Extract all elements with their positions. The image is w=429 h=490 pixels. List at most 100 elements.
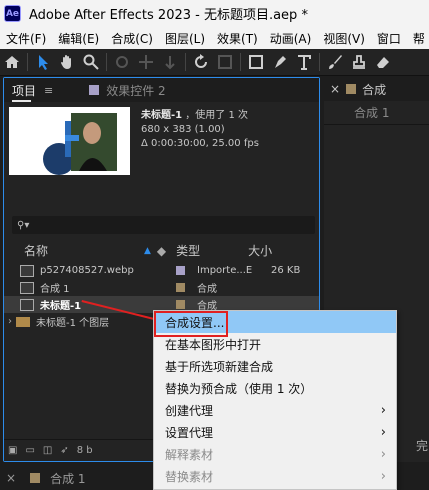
hand-tool-icon[interactable] bbox=[55, 51, 79, 73]
new-folder-icon[interactable]: ▭ bbox=[25, 445, 34, 456]
menu-item-label: 替换素材 bbox=[165, 469, 214, 484]
tab-project[interactable]: 项目 ≡ bbox=[4, 78, 61, 102]
rotate-tool-icon[interactable] bbox=[189, 51, 213, 73]
menu-item-label: 设置代理 bbox=[165, 425, 214, 440]
label-color-swatch[interactable] bbox=[176, 266, 185, 275]
submenu-arrow-icon: › bbox=[380, 446, 386, 462]
image-icon bbox=[20, 264, 34, 277]
submenu-arrow-icon: › bbox=[380, 424, 386, 440]
menu-effect[interactable]: 效果(T) bbox=[211, 30, 264, 47]
sort-ascending-icon[interactable]: ▲ bbox=[144, 246, 151, 256]
item-type: Importe...E bbox=[197, 265, 253, 276]
title-bar: Ae Adobe After Effects 2023 - 无标题项目.aep … bbox=[0, 0, 429, 27]
menu-help[interactable]: 帮 bbox=[407, 30, 429, 47]
menu-item-label: 解释素材 bbox=[165, 447, 214, 462]
item-type: 合成 bbox=[197, 284, 217, 295]
pen-tool-icon[interactable] bbox=[268, 51, 292, 73]
menu-animation[interactable]: 动画(A) bbox=[264, 30, 318, 47]
close-icon[interactable]: × bbox=[6, 471, 16, 485]
toolbar-divider bbox=[240, 53, 241, 71]
after-effects-logo-icon: Ae bbox=[4, 5, 21, 22]
annotation-highlight-box bbox=[154, 311, 228, 337]
menu-item-label: 替换为预合成（使用 1 次） bbox=[165, 381, 313, 396]
tools-bar bbox=[0, 49, 429, 76]
item-size: 26 KB bbox=[271, 265, 301, 276]
move-tool-icon[interactable] bbox=[134, 51, 158, 73]
dolly-tool-icon[interactable] bbox=[158, 51, 182, 73]
menu-item-interpret-footage[interactable]: 解释素材 › bbox=[154, 443, 396, 465]
expand-arrow-icon[interactable]: › bbox=[8, 316, 12, 327]
menu-composition[interactable]: 合成(C) bbox=[105, 30, 159, 47]
composition-icon bbox=[20, 298, 34, 311]
window-title: Adobe After Effects 2023 - 无标题项目.aep * bbox=[29, 8, 308, 23]
pan-behind-tool-icon[interactable] bbox=[213, 51, 237, 73]
panel-menu-icon[interactable]: ≡ bbox=[44, 84, 53, 97]
menu-layer[interactable]: 图层(L) bbox=[159, 30, 211, 47]
column-type-header[interactable]: 类型 bbox=[176, 242, 248, 259]
menu-view[interactable]: 视图(V) bbox=[317, 30, 371, 47]
label-color-swatch[interactable] bbox=[176, 300, 185, 309]
project-search-input[interactable]: ⚲▾ bbox=[12, 216, 315, 234]
selection-tool-icon[interactable] bbox=[31, 51, 55, 73]
render-icon[interactable]: ➶ bbox=[60, 445, 68, 456]
submenu-arrow-icon: › bbox=[380, 468, 386, 484]
composition-subtab[interactable]: 合成 1 bbox=[324, 101, 429, 125]
toolbar-divider bbox=[185, 53, 186, 71]
home-icon[interactable] bbox=[0, 51, 24, 73]
rectangle-tool-icon[interactable] bbox=[244, 51, 268, 73]
menu-item-new-comp-from-selection[interactable]: 基于所选项新建合成 bbox=[154, 355, 396, 377]
info-usage: ，使用了 1 次 bbox=[185, 110, 249, 121]
menu-window[interactable]: 窗口 bbox=[371, 30, 407, 47]
zoom-tool-icon[interactable] bbox=[79, 51, 103, 73]
menu-item-replace-footage[interactable]: 替换素材 › bbox=[154, 465, 396, 487]
composition-color-icon bbox=[346, 84, 357, 94]
toolbar-divider bbox=[106, 53, 107, 71]
composition-icon bbox=[20, 281, 34, 294]
composition-color-icon bbox=[30, 473, 41, 483]
menu-item-replace-with-precomp[interactable]: 替换为预合成（使用 1 次） bbox=[154, 377, 396, 399]
item-name: p527408527.webp bbox=[40, 265, 134, 276]
orbit-tool-icon[interactable] bbox=[110, 51, 134, 73]
interpret-footage-icon[interactable]: ▣ bbox=[8, 445, 17, 456]
menu-item-label: 在基本图形中打开 bbox=[165, 337, 262, 352]
column-size-header[interactable]: 大小 bbox=[248, 242, 272, 259]
menu-item-label: 创建代理 bbox=[165, 403, 214, 418]
table-row[interactable]: p527408527.webp Importe...E 26 KB bbox=[4, 262, 319, 279]
menu-edit[interactable]: 编辑(E) bbox=[52, 30, 105, 47]
eraser-tool-icon[interactable] bbox=[371, 51, 395, 73]
composition-panel-header: × 合成 bbox=[324, 77, 429, 101]
new-composition-icon[interactable]: ◫ bbox=[43, 445, 52, 456]
clone-stamp-tool-icon[interactable] bbox=[347, 51, 371, 73]
composition-footer-text: 完 bbox=[416, 439, 429, 453]
tab-project-label: 项目 bbox=[12, 83, 37, 98]
folder-icon bbox=[16, 316, 30, 327]
search-icon: ⚲▾ bbox=[17, 219, 30, 231]
menu-item-create-proxy[interactable]: 创建代理 › bbox=[154, 399, 396, 421]
composition-thumbnail bbox=[9, 107, 130, 175]
tab-composition[interactable]: 合成 bbox=[362, 81, 386, 98]
close-icon[interactable]: × bbox=[330, 82, 340, 96]
label-tag-icon[interactable]: ◆ bbox=[157, 244, 166, 258]
info-dimensions: 680 x 383 (1.00) bbox=[141, 124, 225, 135]
brush-tool-icon[interactable] bbox=[323, 51, 347, 73]
type-tool-icon[interactable] bbox=[292, 51, 316, 73]
table-row[interactable]: 合成 1 合成 bbox=[4, 279, 319, 296]
toolbar-divider bbox=[319, 53, 320, 71]
tab-effect-controls[interactable]: 效果控件 2 bbox=[106, 82, 165, 99]
info-duration: Δ 0:00:30:00, 25.00 fps bbox=[141, 138, 259, 149]
tab-timeline-composition[interactable]: 合成 1 bbox=[50, 470, 85, 487]
effects-tab-color-icon bbox=[89, 85, 100, 95]
submenu-arrow-icon: › bbox=[380, 402, 386, 418]
label-color-swatch[interactable] bbox=[176, 283, 185, 292]
menu-bar: 文件(F) 编辑(E) 合成(C) 图层(L) 效果(T) 动画(A) 视图(V… bbox=[0, 27, 429, 49]
item-name: 合成 1 bbox=[40, 284, 70, 295]
subtab-label: 合成 1 bbox=[354, 106, 390, 120]
project-panel-header: 项目 ≡ 效果控件 2 bbox=[4, 78, 319, 102]
menu-file[interactable]: 文件(F) bbox=[0, 30, 52, 47]
context-menu: 合成设置... 在基本图形中打开 基于所选项新建合成 替换为预合成（使用 1 次… bbox=[153, 310, 397, 490]
bit-depth-toggle[interactable]: 8 b bbox=[77, 445, 93, 456]
info-name: 未标题-1 bbox=[141, 110, 183, 121]
column-name-header[interactable]: 名称 bbox=[24, 242, 144, 259]
menu-item-set-proxy[interactable]: 设置代理 › bbox=[154, 421, 396, 443]
menu-item-label: 基于所选项新建合成 bbox=[165, 359, 274, 374]
